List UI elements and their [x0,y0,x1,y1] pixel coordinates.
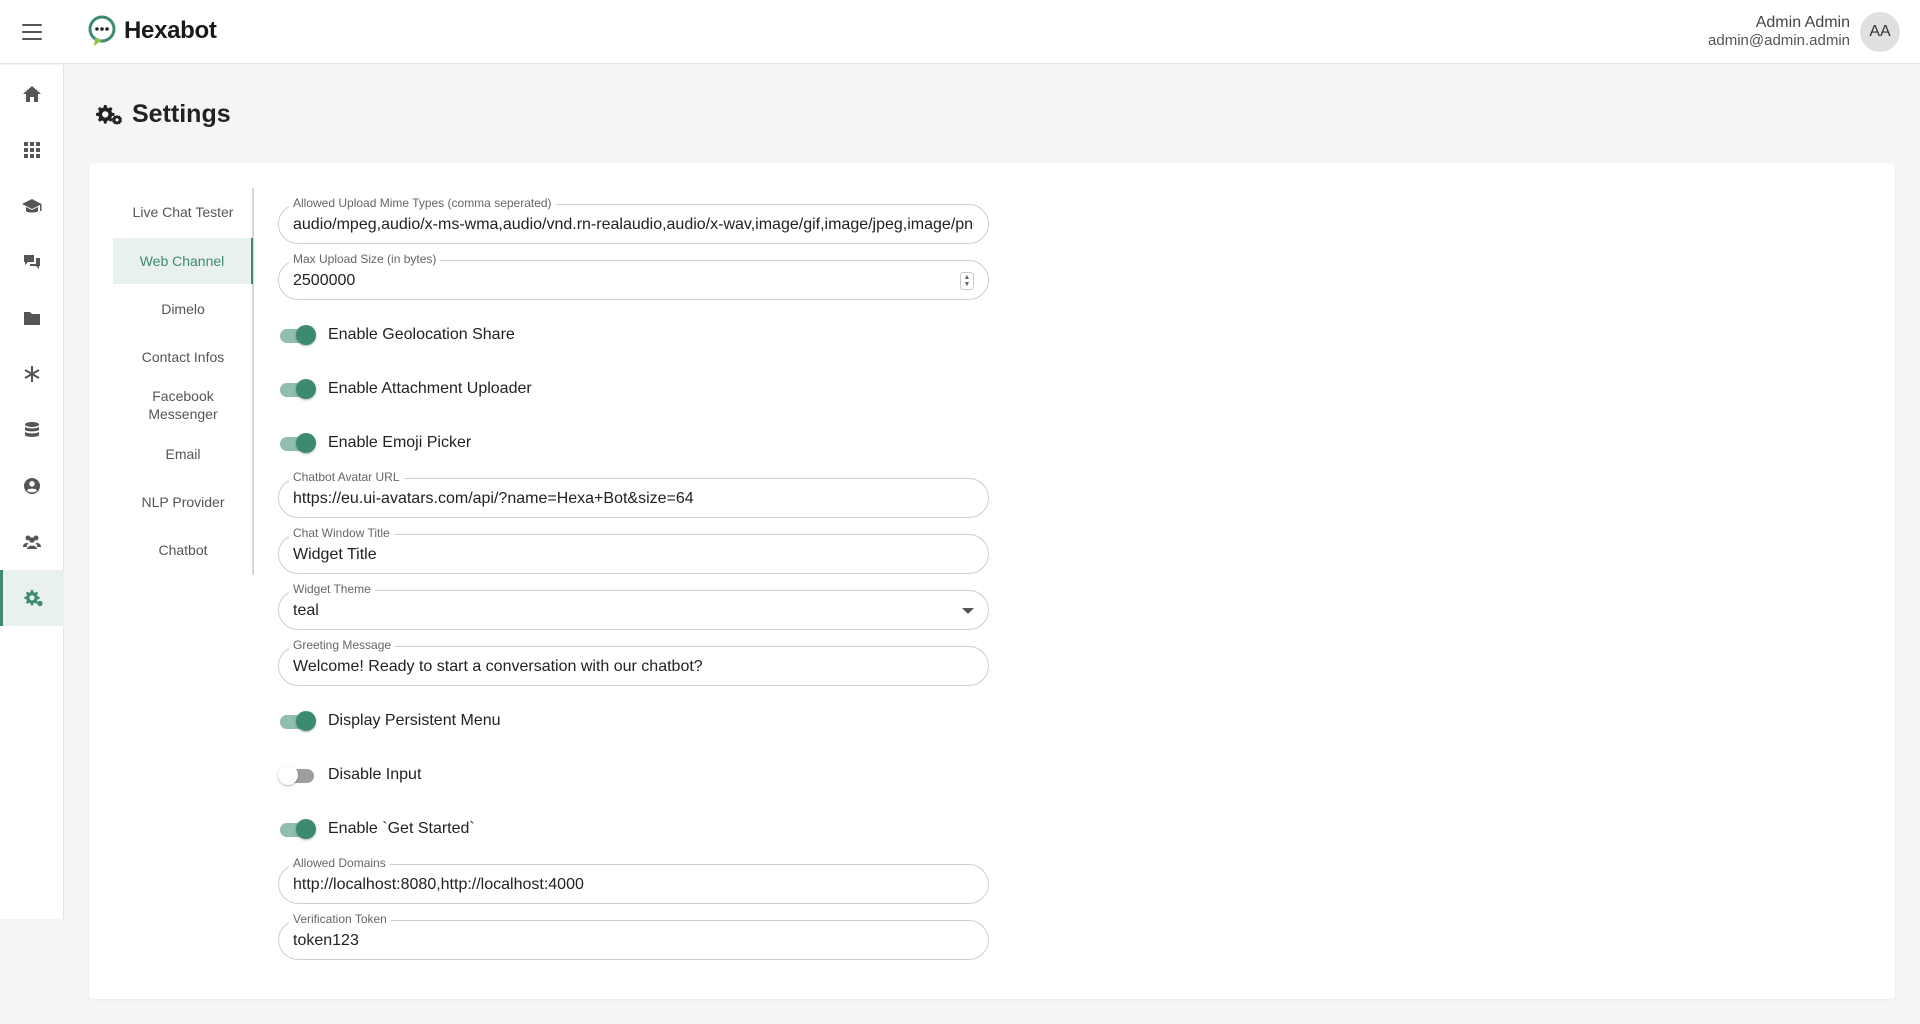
gears-icon [23,590,43,607]
hexabot-logo-icon [88,15,116,46]
max-upload-size-label: Max Upload Size (in bytes) [289,252,441,266]
sidebar-item-settings[interactable] [0,570,64,626]
sidebar-item-apps[interactable] [0,122,64,178]
folder-icon [24,312,40,325]
sidebar-item-data[interactable] [0,402,64,458]
brand-logo-link[interactable]: Hexabot [86,14,217,48]
sidebar-item-nlp[interactable] [0,346,64,402]
max-upload-size-field[interactable]: Max Upload Size (in bytes) 2500000 ▲ ▼ [278,252,989,300]
user-info: Admin Admin admin@admin.admin [1708,14,1850,50]
tab-web-channel[interactable]: Web Channel [113,238,253,284]
disable-input-label: Disable Input [328,766,422,783]
home-icon [23,86,41,102]
mime-types-label: Allowed Upload Mime Types (comma seperat… [289,196,556,210]
verification-token-label: Verification Token [289,912,391,926]
greeting-message-field[interactable]: Greeting Message Welcome! Ready to start… [278,638,989,686]
greeting-message-label: Greeting Message [289,638,396,652]
avatar-url-value: https://eu.ui-avatars.com/api/?name=Hexa… [293,490,694,507]
allowed-domains-value: http://localhost:8080,http://localhost:4… [293,876,584,893]
number-stepper-icon[interactable]: ▲ ▼ [960,272,974,290]
menu-toggle-icon[interactable] [20,22,44,42]
get-started-toggle-row: Enable `Get Started` [278,817,475,841]
widget-theme-label: Widget Theme [289,582,375,596]
verification-token-value: token123 [293,932,359,949]
tab-live-chat-tester[interactable]: Live Chat Tester [113,188,253,236]
tab-dimelo[interactable]: Dimelo [113,286,253,332]
sidebar-item-inbox[interactable] [0,234,64,290]
max-upload-size-value: 2500000 [293,272,356,289]
widget-theme-value: teal [293,602,319,619]
attachment-switch[interactable] [278,377,316,401]
avatar-url-label: Chatbot Avatar URL [289,470,404,484]
mime-types-value: audio/mpeg,audio/x-ms-wma,audio/vnd.rn-r… [293,216,974,233]
allowed-domains-label: Allowed Domains [289,856,390,870]
graduation-cap-icon [22,199,42,213]
disable-input-toggle-row: Disable Input [278,763,421,787]
asterisk-icon [24,366,40,382]
emoji-toggle-row: Enable Emoji Picker [278,431,471,455]
user-email: admin@admin.admin [1708,32,1850,49]
avatar-url-field[interactable]: Chatbot Avatar URL https://eu.ui-avatars… [278,470,989,518]
greeting-message-value: Welcome! Ready to start a conversation w… [293,658,703,675]
widget-theme-select[interactable]: Widget Theme teal [278,582,989,630]
sidebar-item-training[interactable] [0,178,64,234]
verification-token-field[interactable]: Verification Token token123 [278,912,989,960]
geolocation-toggle-row: Enable Geolocation Share [278,323,515,347]
window-title-label: Chat Window Title [289,526,394,540]
persistent-menu-label: Display Persistent Menu [328,712,501,729]
database-icon [25,422,39,437]
window-title-value: Widget Title [293,546,377,563]
mime-types-field[interactable]: Allowed Upload Mime Types (comma seperat… [278,196,989,244]
emoji-label: Enable Emoji Picker [328,434,472,451]
geolocation-switch[interactable] [278,323,316,347]
window-title-field[interactable]: Chat Window Title Widget Title [278,526,989,574]
page-title: Settings [132,100,231,128]
persistent-menu-switch[interactable] [278,709,316,733]
top-header: Hexabot Admin Admin admin@admin.admin AA [0,0,1920,64]
tab-email[interactable]: Email [113,431,253,477]
sidebar-item-users[interactable] [0,514,64,570]
sidebar-item-content[interactable] [0,290,64,346]
chat-bubbles-icon [24,255,40,269]
get-started-label: Enable `Get Started` [328,820,475,837]
persistent-menu-toggle-row: Display Persistent Menu [278,709,501,733]
brand-name: Hexabot [124,17,217,44]
attachment-toggle-row: Enable Attachment Uploader [278,377,532,401]
disable-input-switch[interactable] [278,763,316,787]
user-menu[interactable]: Admin Admin admin@admin.admin AA [1708,12,1900,52]
sidebar-item-home[interactable] [0,66,64,122]
sidebar-item-subscribers[interactable] [0,458,64,514]
gears-icon [96,104,122,125]
get-started-switch[interactable] [278,817,316,841]
emoji-switch[interactable] [278,431,316,455]
attachment-label: Enable Attachment Uploader [328,380,532,397]
page-header: Settings [96,100,231,129]
avatar[interactable]: AA [1860,12,1900,52]
tab-contact-infos[interactable]: Contact Infos [113,334,253,380]
users-group-icon [23,535,41,549]
sidebar [0,65,64,919]
apps-grid-icon [24,142,40,158]
user-circle-icon [24,478,40,494]
user-name: Admin Admin [1755,14,1850,31]
settings-tabs: Live Chat Tester Web Channel Dimelo Cont… [113,188,254,575]
tab-facebook-messenger[interactable]: Facebook Messenger [113,381,253,429]
tab-chatbot[interactable]: Chatbot [113,527,253,573]
geolocation-label: Enable Geolocation Share [328,326,515,343]
allowed-domains-field[interactable]: Allowed Domains http://localhost:8080,ht… [278,856,989,904]
chevron-down-icon[interactable] [962,608,974,614]
tab-nlp-provider[interactable]: NLP Provider [113,479,253,525]
